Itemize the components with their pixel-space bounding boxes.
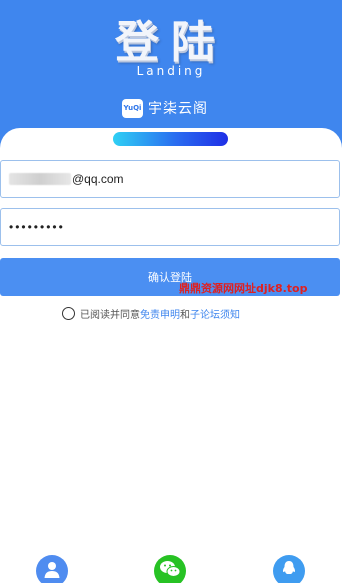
email-value: @qq.com	[72, 172, 124, 186]
page-title: 登陆	[115, 17, 227, 68]
password-value: •••••••••	[9, 220, 65, 234]
password-field[interactable]: •••••••••	[0, 208, 340, 246]
disclaimer-link[interactable]: 免责申明	[140, 306, 180, 321]
wechat-icon	[160, 561, 181, 577]
brand-logo: YuQi 宇柒云阁	[122, 97, 208, 119]
user-icon	[44, 562, 60, 578]
decorative-gradient-bar	[113, 132, 228, 146]
user-login-button[interactable]	[36, 555, 68, 583]
agreement-radio[interactable]	[62, 306, 75, 320]
watermark-text: 鼎鼎资源网网址djk8.top	[179, 282, 308, 295]
email-field[interactable]: @qq.com	[0, 160, 340, 198]
agreement-row: 已阅读并同意 免责申明 和 子论坛须知	[62, 305, 240, 321]
brand-badge-icon: YuQi	[122, 98, 143, 118]
redacted-email-prefix	[9, 173, 71, 185]
agreement-prefix: 已阅读并同意	[80, 309, 140, 321]
forum-rules-link[interactable]: 子论坛须知	[190, 306, 240, 321]
brand-name: 宇柒云阁	[148, 101, 208, 117]
qq-login-button[interactable]	[273, 555, 305, 583]
page-subtitle: Landing	[136, 64, 206, 78]
wechat-login-button[interactable]	[154, 555, 186, 583]
qq-icon	[282, 561, 296, 574]
agreement-conjunction: 和	[180, 309, 190, 321]
